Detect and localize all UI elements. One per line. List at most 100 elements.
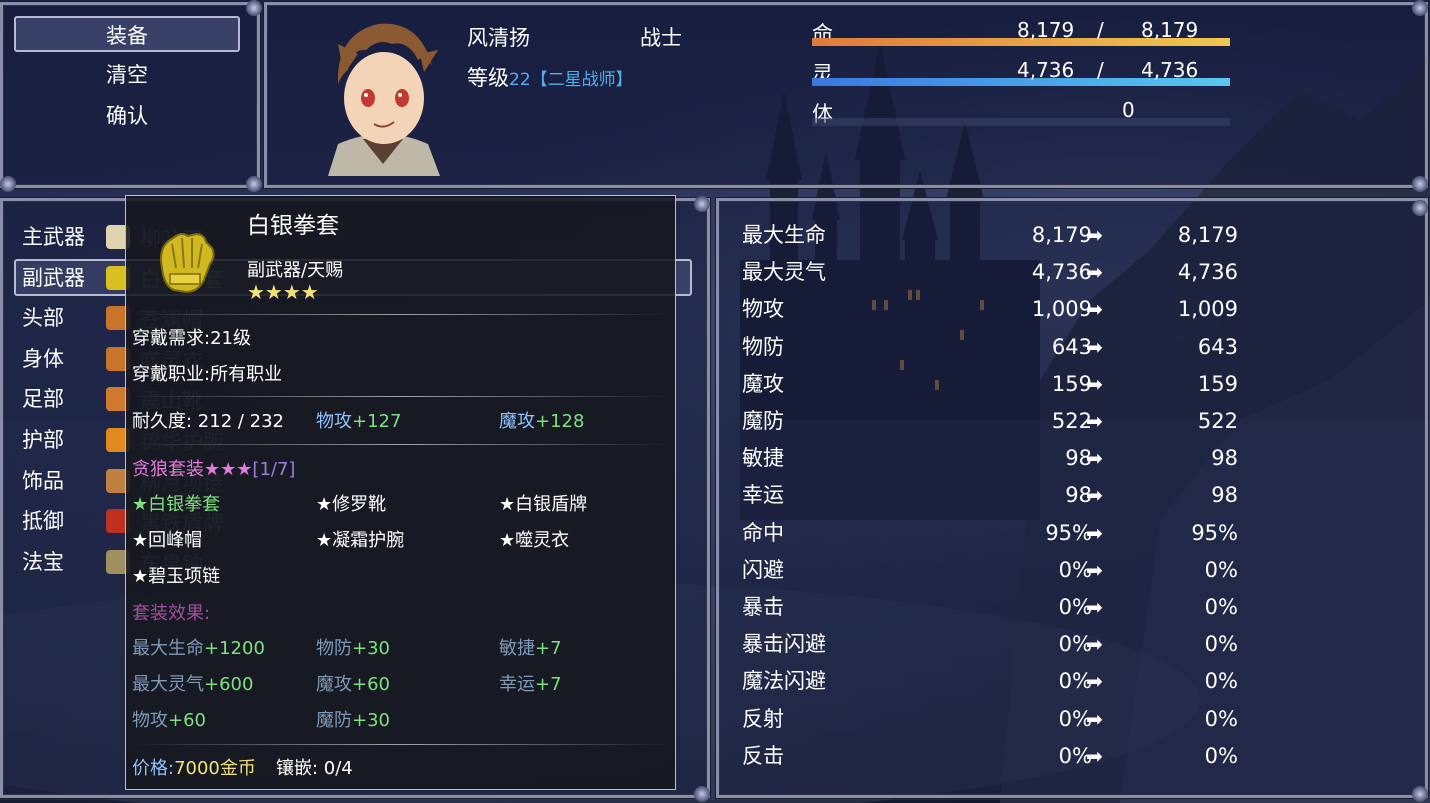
stat-row: 暴击闪避 0% ➡ 0% xyxy=(742,626,1242,663)
stat-new: 98 xyxy=(1211,483,1238,508)
equip-slot-row[interactable]: 护部 xyxy=(22,420,64,460)
stat-row: 敏捷 98 ➡ 98 xyxy=(742,440,1242,477)
stat-new: 159 xyxy=(1197,371,1238,396)
stat-current: 4,736 xyxy=(1031,260,1092,285)
hp-current: 8,179 xyxy=(1017,18,1075,42)
tp-gauge-track xyxy=(812,118,1230,126)
divider xyxy=(130,314,671,315)
mp-current: 4,736 xyxy=(1017,58,1075,82)
stat-name: 暴击闪避 xyxy=(742,632,826,657)
arrow-right-icon: ➡ xyxy=(1086,632,1103,657)
stat-new: 522 xyxy=(1197,409,1238,433)
actor-level: 等级22【二星战师】 xyxy=(467,62,633,92)
stat-row: 闪避 0% ➡ 0% xyxy=(742,552,1242,589)
set-effect: 最大灵气+600 xyxy=(132,674,254,695)
arrow-right-icon: ➡ xyxy=(1086,223,1103,247)
equip-slot-row[interactable]: 主武器 xyxy=(22,217,85,257)
equip-slot-row[interactable]: 饰品 xyxy=(22,461,64,501)
stat-name: 反击 xyxy=(742,743,784,768)
stat-name: 幸运 xyxy=(742,483,784,508)
set-item: ★修罗靴 xyxy=(316,494,387,515)
divider xyxy=(130,396,671,397)
set-item: ★白银盾牌 xyxy=(499,494,588,515)
tooltip-set-effect-label: 套装效果: xyxy=(132,603,211,624)
equip-slot-row[interactable]: 足部 xyxy=(22,379,64,419)
stat-row: 物攻 1,009 ➡ 1,009 xyxy=(742,291,1242,328)
tooltip-item-name: 白银拳套 xyxy=(247,213,339,239)
stat-row: 暴击 0% ➡ 0% xyxy=(742,589,1242,626)
divider xyxy=(130,744,671,745)
hp-max: 8,179 xyxy=(1141,18,1199,42)
arrow-right-icon: ➡ xyxy=(1086,409,1103,433)
stat-new: 0% xyxy=(1204,557,1238,582)
arrow-right-icon: ➡ xyxy=(1086,483,1103,508)
actor-name: 风清扬 xyxy=(467,26,530,50)
stat-name: 反射 xyxy=(742,706,784,731)
arrow-right-icon: ➡ xyxy=(1086,557,1103,582)
stat-name: 敏捷 xyxy=(742,446,784,471)
set-item: ★凝霜护腕 xyxy=(316,530,405,551)
stat-row: 魔攻 159 ➡ 159 xyxy=(742,366,1242,403)
set-item: ★碧玉项链 xyxy=(132,566,221,587)
stat-new: 0% xyxy=(1204,706,1238,731)
stat-row: 命中 95% ➡ 95% xyxy=(742,515,1242,552)
frame-ornament xyxy=(246,0,262,16)
equip-slot-row[interactable]: 身体 xyxy=(22,339,64,379)
level-label: 等级 xyxy=(467,66,509,90)
stat-new: 95% xyxy=(1191,520,1238,545)
set-item: ★回峰帽 xyxy=(132,530,203,551)
mp-max: 4,736 xyxy=(1141,58,1199,82)
arrow-right-icon: ➡ xyxy=(1086,334,1103,359)
stat-new: 0% xyxy=(1204,595,1238,619)
stat-new: 1,009 xyxy=(1177,297,1238,322)
stat-name: 最大生命 xyxy=(742,223,826,247)
tooltip-socket: 镶嵌: 0/4 xyxy=(276,758,353,779)
stat-name: 命中 xyxy=(742,520,784,545)
stat-name: 闪避 xyxy=(742,557,784,582)
stat-new: 4,736 xyxy=(1177,260,1238,285)
mp-slash: / xyxy=(1097,58,1104,82)
stat-new: 0% xyxy=(1204,743,1238,768)
arrow-right-icon: ➡ xyxy=(1086,260,1103,285)
divider xyxy=(130,444,671,445)
arrow-right-icon: ➡ xyxy=(1086,743,1103,768)
equip-slot-row[interactable]: 法宝 xyxy=(22,542,64,582)
stat-new: 8,179 xyxy=(1177,223,1238,247)
tooltip-item-type: 副武器/天赐 xyxy=(247,260,344,281)
set-item: ★白银拳套 xyxy=(132,494,221,515)
arrow-right-icon: ➡ xyxy=(1086,371,1103,396)
stat-current: 8,179 xyxy=(1031,223,1092,247)
stat-name: 魔法闪避 xyxy=(742,669,826,694)
set-effect: 幸运+7 xyxy=(499,674,562,695)
stat-row: 幸运 98 ➡ 98 xyxy=(742,477,1242,514)
set-effect: 魔攻+60 xyxy=(316,674,390,695)
tp-value: 0 xyxy=(1122,98,1135,122)
stat-name: 魔防 xyxy=(742,409,784,433)
arrow-right-icon: ➡ xyxy=(1086,446,1103,471)
command-confirm[interactable]: 确认 xyxy=(14,98,240,134)
frame-ornament xyxy=(1412,786,1428,802)
stat-current: 1,009 xyxy=(1031,297,1092,322)
tooltip-bonus-matk: 魔攻+128 xyxy=(499,411,585,432)
arrow-right-icon: ➡ xyxy=(1086,520,1103,545)
set-item: ★噬灵衣 xyxy=(499,530,570,551)
hp-slash: / xyxy=(1097,18,1104,42)
tooltip-job: 穿戴职业:所有职业 xyxy=(132,364,283,385)
stat-name: 物防 xyxy=(742,334,784,359)
stat-name: 最大灵气 xyxy=(742,260,826,285)
stat-name: 暴击 xyxy=(742,595,784,619)
equip-slot-row[interactable]: 头部 xyxy=(22,298,64,338)
stat-row: 反射 0% ➡ 0% xyxy=(742,701,1242,738)
command-equip[interactable]: 装备 xyxy=(14,16,240,52)
level-value: 22 xyxy=(509,70,531,90)
frame-ornament xyxy=(1412,176,1428,192)
frame-ornament xyxy=(1412,200,1428,216)
equip-slot-row[interactable]: 抵御 xyxy=(22,501,64,541)
stat-new: 0% xyxy=(1204,632,1238,657)
equip-slot-row[interactable]: 副武器 xyxy=(22,258,85,298)
command-clear[interactable]: 清空 xyxy=(14,57,240,93)
stat-new: 98 xyxy=(1211,446,1238,471)
set-effect: 敏捷+7 xyxy=(499,638,562,659)
set-effect: 最大生命+1200 xyxy=(132,638,265,659)
frame-ornament xyxy=(694,196,710,212)
